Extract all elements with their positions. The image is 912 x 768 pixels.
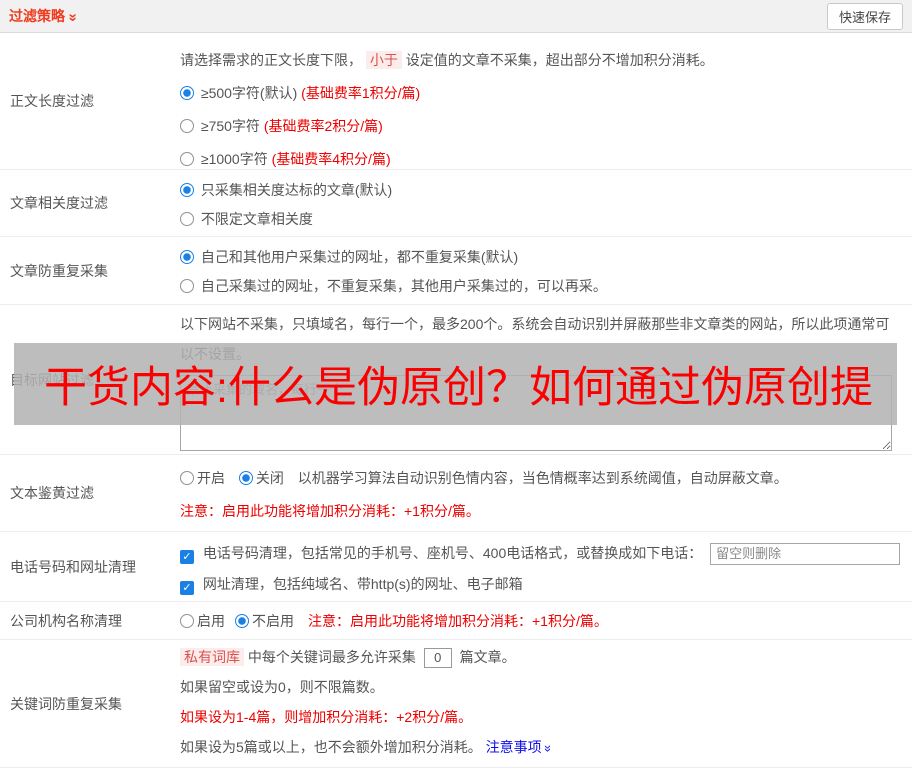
row-content: ✓ 电话号码清理，包括常见的手机号、座机号、400电话格式，或替换成如下电话： … <box>180 532 912 601</box>
row-keyword-dedup: 关键词防重复采集 私有词库 中每个关键词最多允许采集 篇文章。 如果留空或设为0… <box>0 640 912 768</box>
private-lexicon-highlight: 私有词库 <box>180 648 244 666</box>
row-label: 正文长度过滤 <box>10 93 94 109</box>
row-content: 启用 不启用 注意：启用此功能将增加积分消耗：+1积分/篇。 <box>180 602 912 639</box>
porn-filter-description: 以机器学习算法自动识别色情内容，当色情概率达到系统阈值，自动屏蔽文章。 <box>297 470 788 486</box>
row-label: 电话号码和网址清理 <box>10 558 136 575</box>
keyword-limit-setting: 私有词库 中每个关键词最多允许采集 篇文章。 <box>180 647 904 668</box>
row-dedup-collection: 文章防重复采集 自己和其他用户采集过的网址，都不重复采集(默认) 自己采集过的网… <box>0 237 912 305</box>
notice-link[interactable]: 注意事项« <box>486 739 554 755</box>
row-content: 开启 关闭 以机器学习算法自动识别色情内容，当色情概率达到系统阈值，自动屏蔽文章… <box>180 455 912 531</box>
keyword-note-zero: 如果留空或设为0，则不限篇数。 <box>180 679 384 695</box>
collapse-chevron-icon[interactable]: « <box>64 13 81 21</box>
content-length-description: 请选择需求的正文长度下限， 小于 设定值的文章不采集，超出部分不增加积分消耗。 <box>180 51 714 69</box>
row-porn-filter: 文本鉴黄过滤 开启 关闭 以机器学习算法自动识别色情内容，当色情概率达到系统阈值… <box>0 455 912 532</box>
rate-note: (基础费率4积分/篇) <box>271 151 391 167</box>
row-content: 私有词库 中每个关键词最多允许采集 篇文章。 如果留空或设为0，则不限篇数。 如… <box>180 640 912 767</box>
porn-filter-options: 开启 关闭 以机器学习算法自动识别色情内容，当色情概率达到系统阈值，自动屏蔽文章… <box>180 467 904 489</box>
option-dedup-self-only: 自己采集过的网址，不重复采集，其他用户采集过的，可以再采。 <box>180 275 904 297</box>
radio-500-chars[interactable] <box>180 86 194 100</box>
row-content: 请选择需求的正文长度下限， 小于 设定值的文章不采集，超出部分不增加积分消耗。 … <box>180 33 912 169</box>
url-clean-checkbox[interactable]: ✓ <box>180 581 194 595</box>
phone-clean-option: ✓ 电话号码清理，包括常见的手机号、座机号、400电话格式，或替换成如下电话： <box>180 541 904 565</box>
row-label: 关键词防重复采集 <box>10 695 122 712</box>
keyword-note-five: 如果设为5篇或以上，也不会额外增加积分消耗。 注意事项« <box>180 739 554 755</box>
row-label: 公司机构名称清理 <box>10 612 122 629</box>
page-title-text: 过滤策略 <box>9 8 65 24</box>
url-clean-option: ✓ 网址清理，包括纯域名、带http(s)的网址、电子邮箱 <box>180 572 904 596</box>
radio-porn-off[interactable] <box>238 471 253 485</box>
row-label: 文章防重复采集 <box>10 262 108 279</box>
replacement-phone-input[interactable] <box>710 542 901 565</box>
radio-company-off[interactable] <box>235 613 249 628</box>
option-1000-chars: ≥1000字符 (基础费率4积分/篇) <box>180 148 904 170</box>
option-relevance-only: 只采集相关度达标的文章(默认) <box>180 179 904 201</box>
row-label: 文本鉴黄过滤 <box>10 485 94 501</box>
option-porn-on: 开启 <box>180 470 225 486</box>
option-500-chars: ≥500字符(默认) (基础费率1积分/篇) <box>180 82 904 104</box>
radio-750-chars[interactable] <box>180 119 194 133</box>
rate-note: (基础费率1积分/篇) <box>301 85 421 101</box>
option-dedup-all-users: 自己和其他用户采集过的网址，都不重复采集(默认) <box>180 246 904 268</box>
rate-note: (基础费率2积分/篇) <box>263 118 383 134</box>
watermark-text: 干货内容:什么是伪原创？如何通过伪原创提 <box>44 364 873 412</box>
keyword-note-cost: 如果设为1-4篇，则增加积分消耗：+2积分/篇。 <box>180 709 473 725</box>
row-content: 只采集相关度达标的文章(默认) 不限定文章相关度 <box>180 170 912 236</box>
porn-filter-cost-note: 注意：启用此功能将增加积分消耗：+1积分/篇。 <box>180 503 480 519</box>
radio-porn-on[interactable] <box>180 471 194 485</box>
row-content-length-filter: 正文长度过滤 请选择需求的正文长度下限， 小于 设定值的文章不采集，超出部分不增… <box>0 33 912 170</box>
radio-dedup-self-only[interactable] <box>180 279 194 293</box>
row-phone-url-clean: 电话号码和网址清理 ✓ 电话号码清理，包括常见的手机号、座机号、400电话格式，… <box>0 532 912 602</box>
less-than-highlight: 小于 <box>365 51 402 69</box>
radio-1000-chars[interactable] <box>180 152 194 166</box>
phone-clean-checkbox[interactable]: ✓ <box>180 550 194 564</box>
company-clean-cost-note: 注意：启用此功能将增加积分消耗：+1积分/篇。 <box>308 612 608 629</box>
notice-chevron-icon: « <box>538 744 554 753</box>
header-bar: 过滤策略« 快速保存 <box>0 0 912 33</box>
option-company-off: 不启用 <box>235 611 294 631</box>
radio-dedup-all-users[interactable] <box>180 250 194 264</box>
row-label: 文章相关度过滤 <box>10 195 108 211</box>
row-company-clean: 公司机构名称清理 启用 不启用 注意：启用此功能将增加积分消耗：+1积分/篇。 <box>0 602 912 640</box>
radio-company-on[interactable] <box>180 613 194 628</box>
option-750-chars: ≥750字符 (基础费率2积分/篇) <box>180 115 904 137</box>
quick-save-button[interactable]: 快速保存 <box>826 2 903 30</box>
watermark-banner: 干货内容:什么是伪原创？如何通过伪原创提 <box>14 343 897 425</box>
option-company-on: 启用 <box>180 611 225 631</box>
row-relevance-filter: 文章相关度过滤 只采集相关度达标的文章(默认) 不限定文章相关度 <box>0 170 912 237</box>
row-content: 自己和其他用户采集过的网址，都不重复采集(默认) 自己采集过的网址，不重复采集，… <box>180 237 912 304</box>
radio-relevance-any[interactable] <box>180 212 194 226</box>
option-porn-off: 关闭 <box>238 470 284 486</box>
option-relevance-any: 不限定文章相关度 <box>180 208 904 230</box>
keyword-limit-input[interactable] <box>423 647 452 668</box>
page-title: 过滤策略« <box>9 6 81 26</box>
radio-relevance-only[interactable] <box>180 183 194 197</box>
